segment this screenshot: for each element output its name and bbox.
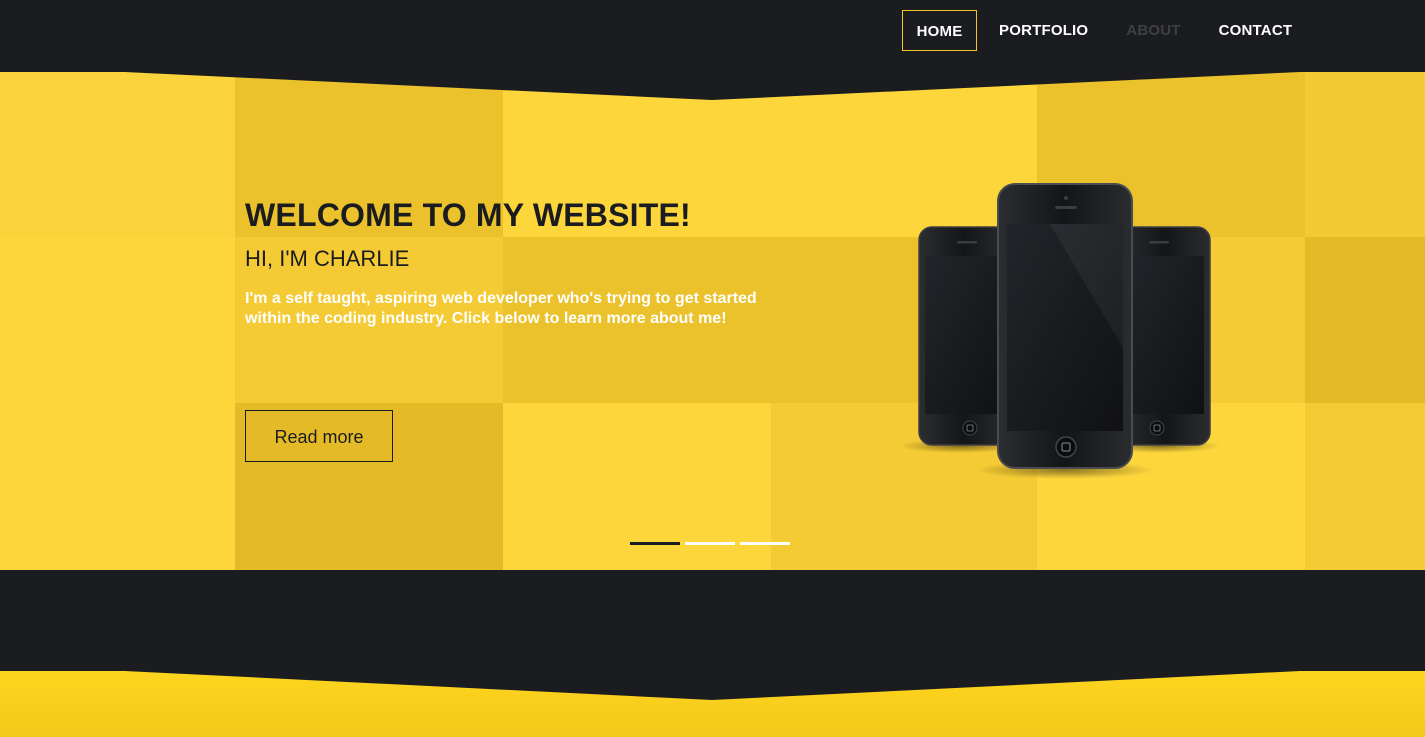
main-nav: HOME PORTFOLIO ABOUT CONTACT [902,10,1292,51]
carousel-indicators [630,542,795,545]
hero-title: WELCOME TO MY WEBSITE! [245,197,691,233]
hero-carousel: WELCOME TO MY WEBSITE! HI, I'M CHARLIE I… [0,70,1425,570]
hero-text-block: WELCOME TO MY WEBSITE! HI, I'M CHARLIE I… [245,197,785,329]
top-navbar: HOME PORTFOLIO ABOUT CONTACT [0,0,1425,70]
carousel-indicator-1[interactable] [630,542,680,545]
hero-bg-tile [0,237,235,403]
read-more-button[interactable]: Read more [245,410,393,462]
section-top-chevron [0,670,1425,737]
page: HOME PORTFOLIO ABOUT CONTACT WELCOME TO [0,0,1425,737]
nav-item-about[interactable]: ABOUT [1126,10,1180,51]
nav-item-portfolio[interactable]: PORTFOLIO [999,10,1088,51]
hero-bg-tile [0,403,235,570]
carousel-indicator-3[interactable] [740,542,790,545]
dark-divider-band [0,570,1425,670]
hero-subtitle: HI, I'M CHARLIE [245,246,410,272]
three-smartphones-image [900,183,1220,479]
hero-description: I'm a self taught, aspiring web develope… [245,290,757,328]
nav-item-home[interactable]: HOME [902,10,977,51]
phone-left [918,226,1010,446]
hero-bg-tile [1305,237,1425,403]
hero-top-chevron [0,70,1425,100]
next-section [0,670,1425,737]
hero-bg-tile [1305,403,1425,570]
nav-item-contact[interactable]: CONTACT [1219,10,1293,51]
carousel-indicator-2[interactable] [685,542,735,545]
phone-center [997,183,1133,469]
